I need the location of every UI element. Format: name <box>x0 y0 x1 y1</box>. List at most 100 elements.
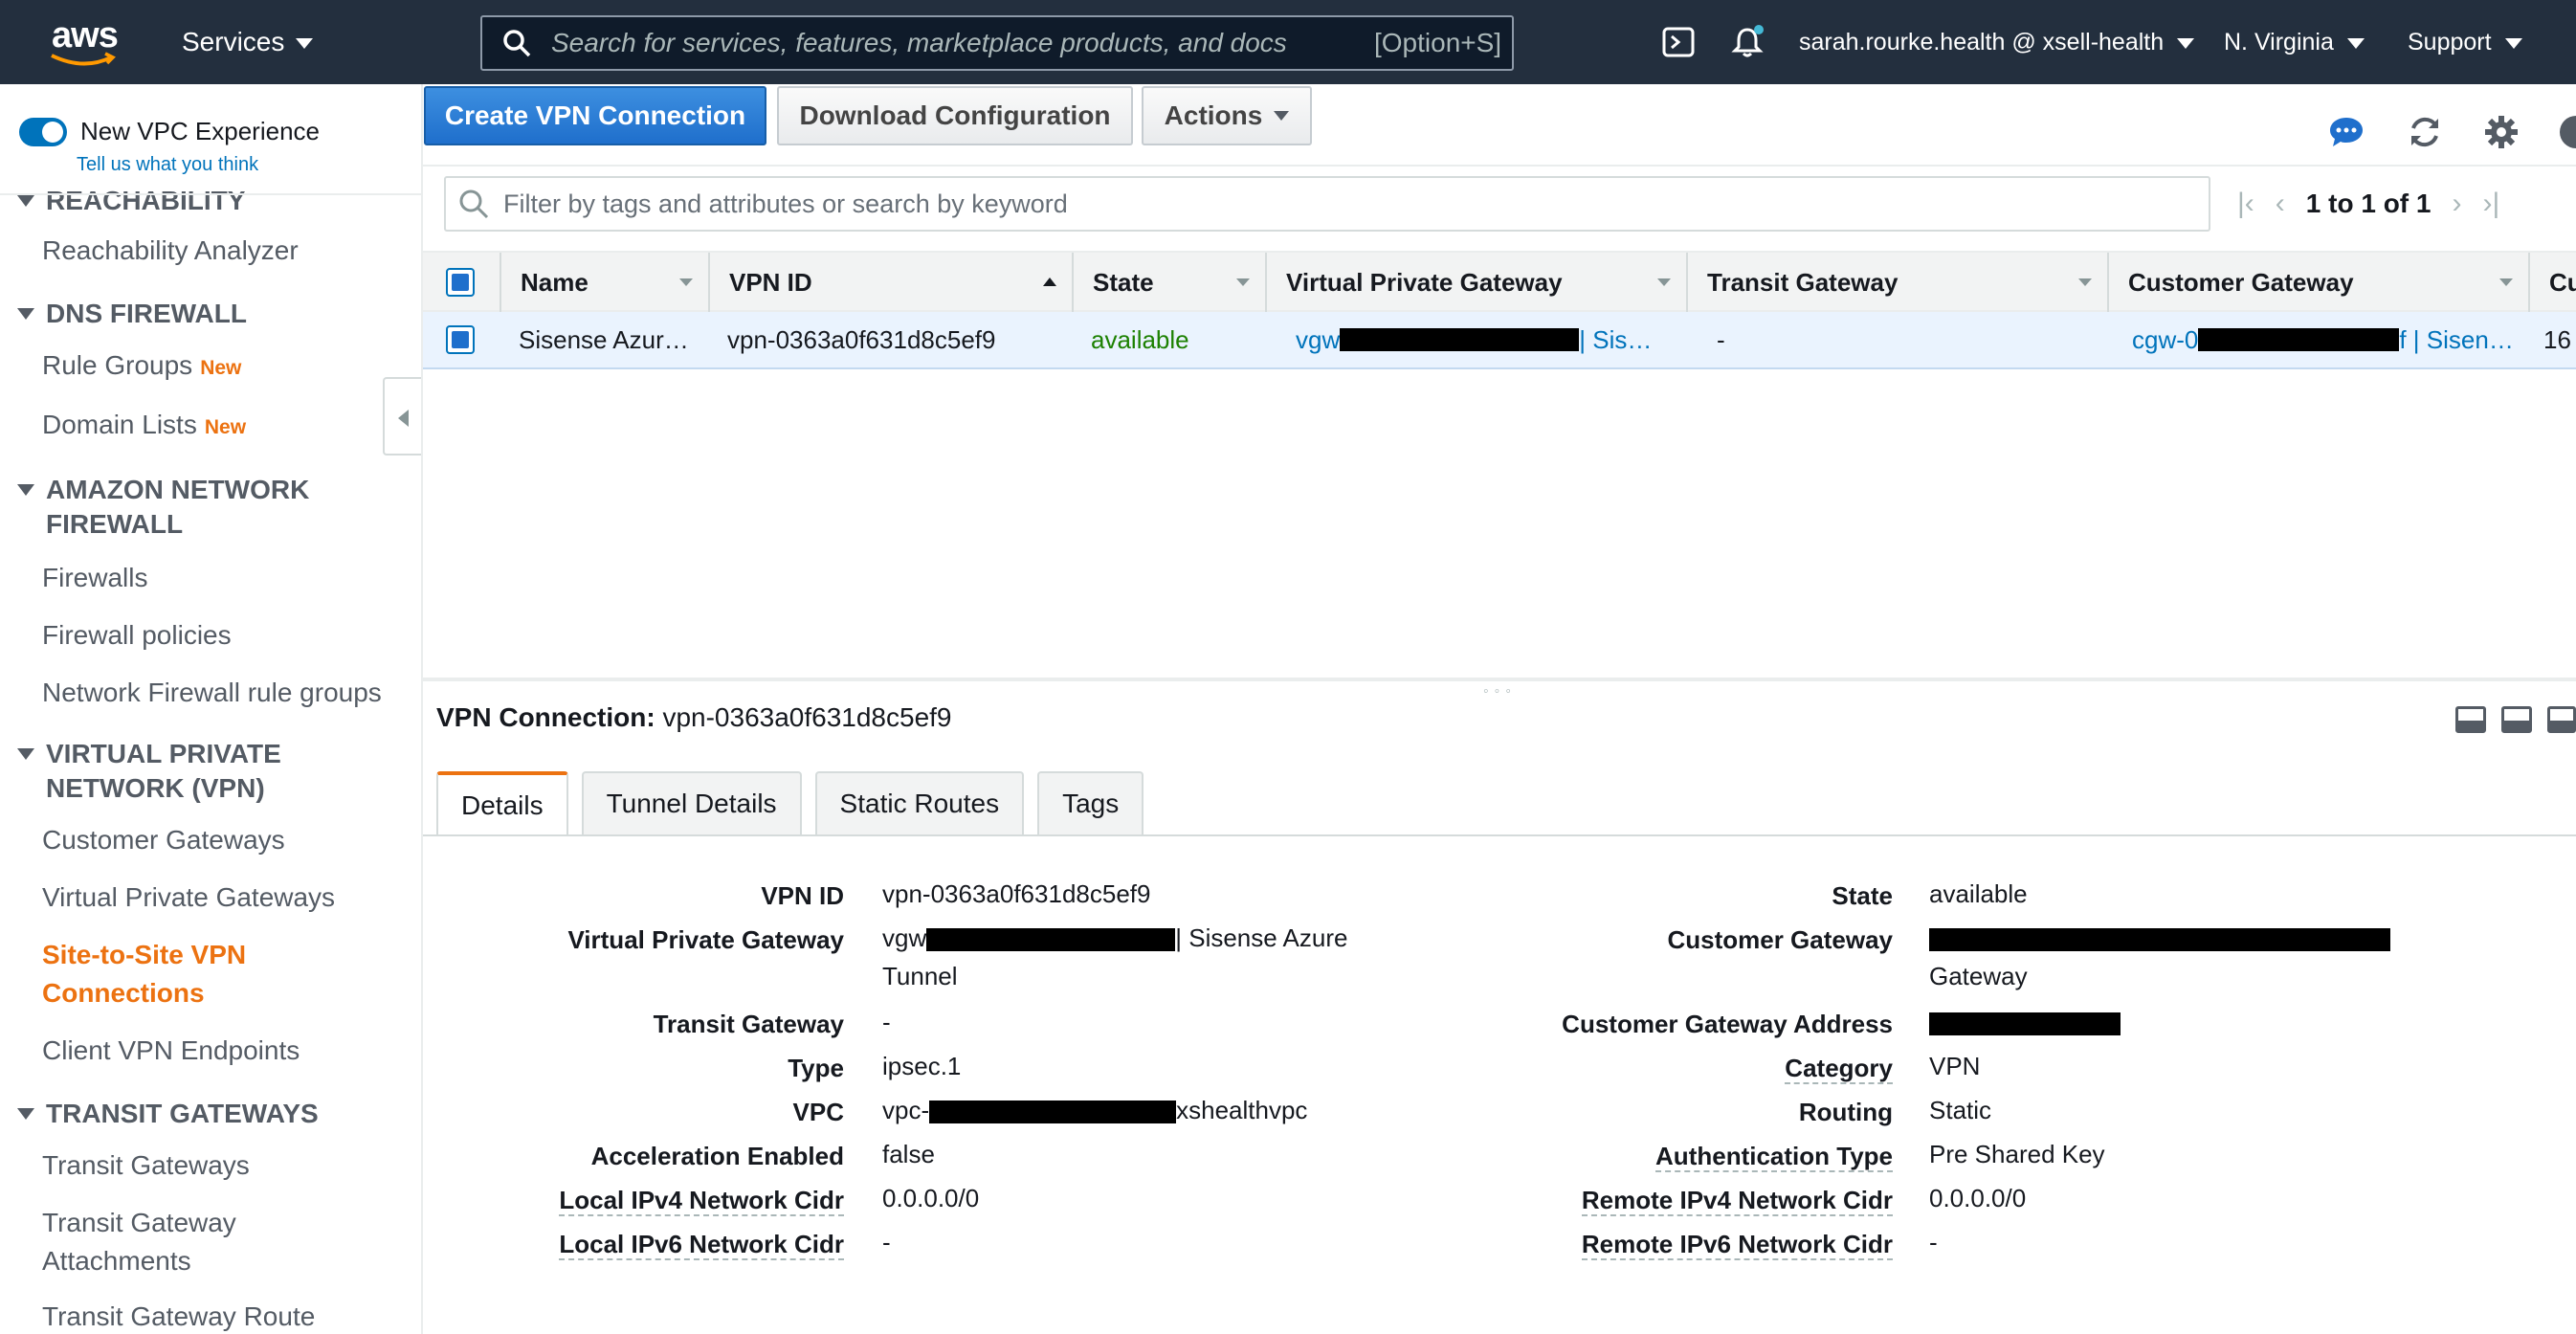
column-header-vpn-id[interactable]: VPN ID <box>708 253 1072 312</box>
support-menu[interactable]: Support <box>2408 0 2522 84</box>
value-virtual-private-gateway[interactable]: vgw | Sisense Azure Tunnel <box>882 919 1347 995</box>
feedback-link[interactable]: Tell us what you think <box>77 154 258 176</box>
sidebar-item-transit-gateways[interactable]: Transit Gateways <box>42 1146 250 1185</box>
label-transit-gateway: Transit Gateway <box>653 1010 844 1038</box>
column-label: Virtual Private Gateway <box>1286 267 1563 297</box>
column-header-truncated[interactable]: Cu <box>2528 253 2576 312</box>
value-routing: Static <box>1929 1096 1992 1124</box>
bell-icon[interactable] <box>1730 25 1765 59</box>
caret-down-icon <box>17 748 34 760</box>
download-configuration-button[interactable]: Download Configuration <box>777 86 1133 145</box>
value-transit-gateway: - <box>882 1008 891 1036</box>
tab-static-routes[interactable]: Static Routes <box>814 771 1025 834</box>
prev-page-icon[interactable]: ‹ <box>2276 188 2285 220</box>
account-menu[interactable]: sarah.rourke.health @ xsell-health <box>1799 0 2195 84</box>
global-search[interactable]: [Option+S] <box>480 15 1514 71</box>
region-menu[interactable]: N. Virginia <box>2224 0 2365 84</box>
panel-splitter[interactable] <box>423 678 2576 681</box>
label-text: Remote IPv4 Network Cidr <box>1581 1186 1893 1216</box>
tab-tunnel-details[interactable]: Tunnel Details <box>581 771 802 834</box>
value-acceleration-enabled: false <box>882 1140 935 1168</box>
caret-down-icon <box>17 308 34 320</box>
link-suffix: f | Sisen… <box>2399 324 2514 354</box>
chat-icon[interactable] <box>2327 113 2365 151</box>
sidebar-item-reachability-analyzer[interactable]: Reachability Analyzer <box>42 232 299 270</box>
refresh-icon[interactable] <box>2406 113 2444 151</box>
services-menu[interactable]: Services <box>182 0 314 84</box>
sidebar-section-dns-firewall[interactable]: DNS FIREWALL <box>17 297 247 331</box>
splitter-handle-icon[interactable]: ◦◦◦ <box>1483 683 1517 700</box>
sidebar-item-virtual-private-gateways[interactable]: Virtual Private Gateways <box>42 878 335 917</box>
new-vpc-experience-toggle[interactable] <box>19 117 67 146</box>
sort-caret-icon <box>1236 278 1250 286</box>
column-header-transit-gateway[interactable]: Transit Gateway <box>1686 253 2107 312</box>
sidebar-section-reachability[interactable]: REACHABILITY <box>17 184 245 218</box>
sidebar-section-vpn[interactable]: VIRTUAL PRIVATE NETWORK (VPN) <box>17 737 281 806</box>
first-page-icon[interactable]: |‹ <box>2237 188 2254 220</box>
label-text: Category <box>1785 1054 1893 1084</box>
gear-icon[interactable] <box>2482 113 2520 151</box>
sidebar-section-transit-gateways[interactable]: TRANSIT GATEWAYS <box>17 1097 319 1131</box>
label-authentication-type: Authentication Type <box>1655 1137 1893 1175</box>
sidebar-item-client-vpn-endpoints[interactable]: Client VPN Endpoints <box>42 1032 300 1070</box>
column-header-customer-gateway[interactable]: Customer Gateway <box>2107 253 2528 312</box>
layout-full-icon[interactable] <box>2547 706 2576 733</box>
layout-bottom-icon[interactable] <box>2455 706 2486 733</box>
new-vpc-experience-toggle-row[interactable]: New VPC Experience <box>19 117 320 146</box>
sidebar-item-firewalls[interactable]: Firewalls <box>42 559 147 597</box>
tab-tags[interactable]: Tags <box>1037 771 1144 834</box>
aws-logo[interactable]: aws <box>48 13 124 71</box>
value-customer-gateway[interactable]: Gateway <box>1929 919 2390 995</box>
label-customer-gateway-address: Customer Gateway Address <box>1562 1010 1893 1038</box>
sidebar-scroll-edge <box>0 193 421 195</box>
value-vpc[interactable]: vpc-xshealthvpc <box>882 1091 1307 1129</box>
sidebar: New VPC Experience Tell us what you thin… <box>0 84 423 1334</box>
actions-label: Actions <box>1164 100 1263 130</box>
global-search-input[interactable] <box>551 28 1355 58</box>
help-icon[interactable] <box>2557 113 2576 151</box>
sidebar-item-domain-lists[interactable]: Domain Lists New <box>42 406 246 447</box>
cell-virtual-private-gateway[interactable]: vgw | Sis… <box>1280 312 1682 367</box>
row-checkbox[interactable] <box>446 325 475 354</box>
sidebar-collapse-button[interactable] <box>383 377 421 456</box>
sidebar-section-network-firewall[interactable]: AMAZON NETWORK FIREWALL <box>17 473 309 542</box>
column-header-name[interactable]: Name <box>500 253 708 312</box>
label-type: Type <box>788 1054 844 1082</box>
next-page-icon[interactable]: › <box>2453 188 2462 220</box>
pagination: |‹ ‹ 1 to 1 of 1 › ›| <box>2237 176 2499 232</box>
main-content: Create VPN Connection Download Configura… <box>423 84 2576 1334</box>
toolbar-divider <box>423 165 2576 167</box>
label-virtual-private-gateway: Virtual Private Gateway <box>567 925 844 954</box>
region-label: N. Virginia <box>2224 28 2334 56</box>
cloudshell-icon[interactable] <box>1661 25 1696 59</box>
table-row[interactable]: Sisense Azur… vpn-0363a0f631d8c5ef9 avai… <box>423 312 2576 369</box>
table-header: Name VPN ID State Virtual Private Gatewa… <box>423 251 2576 312</box>
value-customer-gateway-address <box>1929 1003 2121 1041</box>
cell-customer-gateway[interactable]: cgw-0 f | Sisen… <box>2117 312 2528 367</box>
create-vpn-connection-button[interactable]: Create VPN Connection <box>424 86 766 145</box>
sidebar-item-customer-gateways[interactable]: Customer Gateways <box>42 821 285 859</box>
sidebar-item-site-to-site-vpn-connections[interactable]: Site-to-Site VPN Connections <box>42 936 246 1012</box>
aws-logo-text: aws <box>52 15 119 56</box>
link-prefix: vgw <box>1296 324 1341 354</box>
tab-details[interactable]: Details <box>436 771 568 836</box>
sidebar-item-label-line1: Transit Gateway <box>42 1208 236 1237</box>
filter-input[interactable] <box>503 189 2130 219</box>
label-acceleration-enabled: Acceleration Enabled <box>590 1142 844 1170</box>
last-page-icon[interactable]: ›| <box>2483 188 2500 220</box>
sidebar-item-transit-gateway-attachments[interactable]: Transit Gateway Attachments <box>42 1204 236 1280</box>
actions-dropdown[interactable]: Actions <box>1142 86 1312 145</box>
sidebar-item-firewall-policies[interactable]: Firewall policies <box>42 616 232 655</box>
sidebar-item-network-firewall-rule-groups[interactable]: Network Firewall rule groups <box>42 674 382 712</box>
filter-search-box[interactable] <box>444 176 2210 232</box>
new-badge: New <box>204 416 247 438</box>
search-icon <box>503 30 531 57</box>
sidebar-item-transit-gateway-route[interactable]: Transit Gateway Route <box>42 1298 315 1334</box>
sidebar-item-rule-groups[interactable]: Rule Groups New <box>42 346 241 388</box>
layout-split-icon[interactable] <box>2501 706 2532 733</box>
label-vpc: VPC <box>792 1098 844 1126</box>
select-all-checkbox[interactable] <box>446 268 475 297</box>
column-header-virtual-private-gateway[interactable]: Virtual Private Gateway <box>1265 253 1686 312</box>
column-header-state[interactable]: State <box>1072 253 1265 312</box>
new-badge: New <box>200 357 242 379</box>
